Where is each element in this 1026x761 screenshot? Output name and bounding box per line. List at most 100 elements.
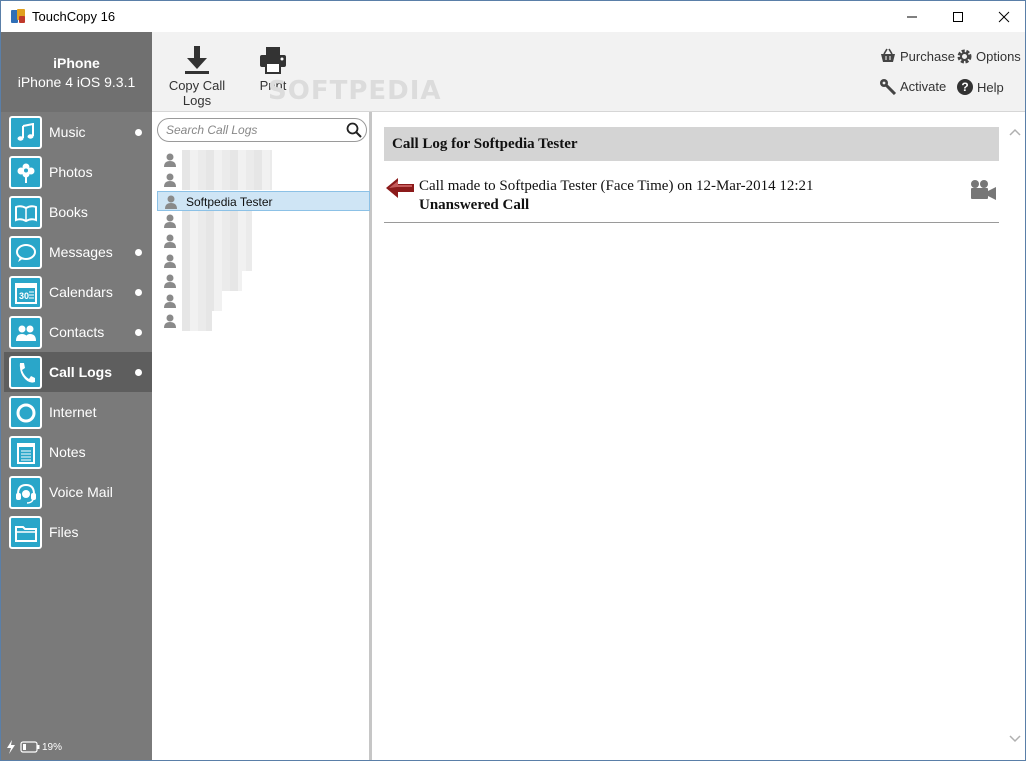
sidebar: Music Photos Books Messages 30 Calendars… — [1, 112, 152, 760]
printer-icon — [260, 47, 286, 74]
battery-percent: 19% — [42, 741, 63, 753]
sync-dot — [135, 289, 142, 296]
help-icon: ? — [957, 79, 973, 95]
sidebar-item-voice-mail[interactable]: Voice Mail — [4, 472, 152, 512]
copy-call-logs-label: Copy Call Logs — [168, 78, 226, 108]
blurred-contact-name — [182, 211, 252, 231]
person-icon — [164, 314, 176, 328]
device-panel: iPhone iPhone 4 iOS 9.3.1 — [1, 32, 152, 112]
scroll-up-arrow[interactable] — [1009, 127, 1021, 137]
gear-icon — [957, 49, 972, 64]
options-label: Options — [976, 49, 1021, 64]
search-icon[interactable] — [346, 122, 362, 138]
blurred-contact-name — [182, 311, 212, 331]
sidebar-item-calendars[interactable]: 30 Calendars — [4, 272, 152, 312]
search-input[interactable] — [166, 122, 338, 138]
blurred-contact-name — [182, 231, 252, 251]
key-icon — [880, 79, 897, 95]
sidebar-item-label: Notes — [49, 444, 86, 460]
list-item[interactable] — [157, 231, 370, 251]
sidebar-item-internet[interactable]: Internet — [4, 392, 152, 432]
list-item[interactable] — [157, 291, 370, 311]
sidebar-item-label: Internet — [49, 404, 97, 420]
copy-call-logs-button[interactable]: Copy Call Logs — [157, 44, 237, 108]
maximize-button[interactable] — [935, 1, 981, 32]
sidebar-item-photos[interactable]: Photos — [4, 152, 152, 192]
speech-bubble-icon — [9, 236, 42, 269]
list-item[interactable] — [157, 311, 370, 331]
sidebar-item-messages[interactable]: Messages — [4, 232, 152, 272]
sidebar-item-files[interactable]: Files — [4, 512, 152, 552]
sidebar-item-label: Music — [49, 124, 86, 140]
contact-list-panel: Softpedia Tester — [152, 112, 372, 760]
person-icon — [164, 254, 176, 268]
folder-icon — [9, 516, 42, 549]
person-icon — [164, 153, 176, 167]
list-item[interactable] — [157, 150, 370, 170]
sidebar-item-music[interactable]: Music — [4, 112, 152, 152]
list-item[interactable] — [157, 271, 370, 291]
sync-dot — [135, 329, 142, 336]
music-note-icon — [9, 116, 42, 149]
calendar-icon: 30 — [9, 276, 42, 309]
sidebar-item-label: Messages — [49, 244, 113, 260]
toolbar: Copy Call Logs Print SOFTPEDIA Purchase — [152, 32, 1025, 112]
app-logo-icon — [11, 9, 25, 23]
flower-icon — [9, 156, 42, 189]
activate-label: Activate — [900, 79, 947, 94]
people-icon — [9, 316, 42, 349]
battery-status: 19% — [6, 740, 62, 754]
blurred-contact-name — [182, 271, 242, 291]
basket-icon — [881, 48, 895, 62]
battery-icon — [20, 741, 40, 753]
sidebar-item-books[interactable]: Books — [4, 192, 152, 232]
window-title: TouchCopy 16 — [32, 9, 116, 24]
sync-dot — [135, 249, 142, 256]
person-icon — [164, 294, 176, 308]
svg-text:?: ? — [961, 80, 968, 94]
close-button[interactable] — [981, 1, 1025, 32]
app-window: TouchCopy 16 iPhone iPhone 4 iOS 9.3.1 C… — [0, 0, 1026, 761]
list-item[interactable] — [157, 211, 370, 231]
sidebar-item-call-logs[interactable]: Call Logs — [4, 352, 152, 392]
call-description: Call made to Softpedia Tester (Face Time… — [419, 178, 814, 194]
watermark-text: SOFTPEDIA — [268, 76, 442, 106]
person-icon — [164, 173, 176, 187]
activate-button[interactable]: Activate — [879, 78, 946, 95]
blurred-contact-name — [182, 291, 222, 311]
sync-dot — [135, 129, 142, 136]
detail-title: Call Log for Softpedia Tester — [392, 136, 578, 152]
call-log-detail-panel: Call Log for Softpedia Tester Call made … — [375, 112, 1025, 760]
sidebar-item-label: Calendars — [49, 284, 113, 300]
person-icon — [164, 214, 176, 228]
device-name: iPhone — [53, 55, 100, 71]
outgoing-arrow-icon — [386, 178, 414, 198]
blurred-contact-name — [182, 251, 252, 271]
download-icon — [185, 46, 209, 74]
person-icon — [164, 274, 176, 288]
phone-icon — [9, 356, 42, 389]
sidebar-item-notes[interactable]: Notes — [4, 432, 152, 472]
sidebar-item-label: Photos — [49, 164, 93, 180]
call-log-entry[interactable]: Call made to Softpedia Tester (Face Time… — [384, 168, 999, 223]
book-icon — [9, 196, 42, 229]
video-camera-icon — [971, 180, 996, 200]
blurred-contact-name — [182, 150, 272, 170]
list-item[interactable] — [157, 251, 370, 271]
list-item[interactable] — [157, 170, 370, 190]
scroll-down-arrow[interactable] — [1009, 734, 1021, 744]
search-box — [157, 118, 367, 142]
detail-header: Call Log for Softpedia Tester — [384, 127, 999, 161]
notepad-icon — [9, 436, 42, 469]
contact-name: Softpedia Tester — [186, 195, 273, 209]
list-item-selected[interactable]: Softpedia Tester — [157, 191, 370, 211]
sidebar-item-label: Files — [49, 524, 79, 540]
options-button[interactable]: Options — [956, 48, 1021, 65]
help-button[interactable]: ? Help — [956, 78, 1004, 96]
purchase-button[interactable]: Purchase — [879, 48, 955, 64]
minimize-button[interactable] — [889, 1, 935, 32]
blurred-contact-name — [182, 170, 272, 190]
title-bar: TouchCopy 16 — [1, 1, 1025, 32]
sidebar-item-label: Voice Mail — [49, 484, 113, 500]
sidebar-item-contacts[interactable]: Contacts — [4, 312, 152, 352]
